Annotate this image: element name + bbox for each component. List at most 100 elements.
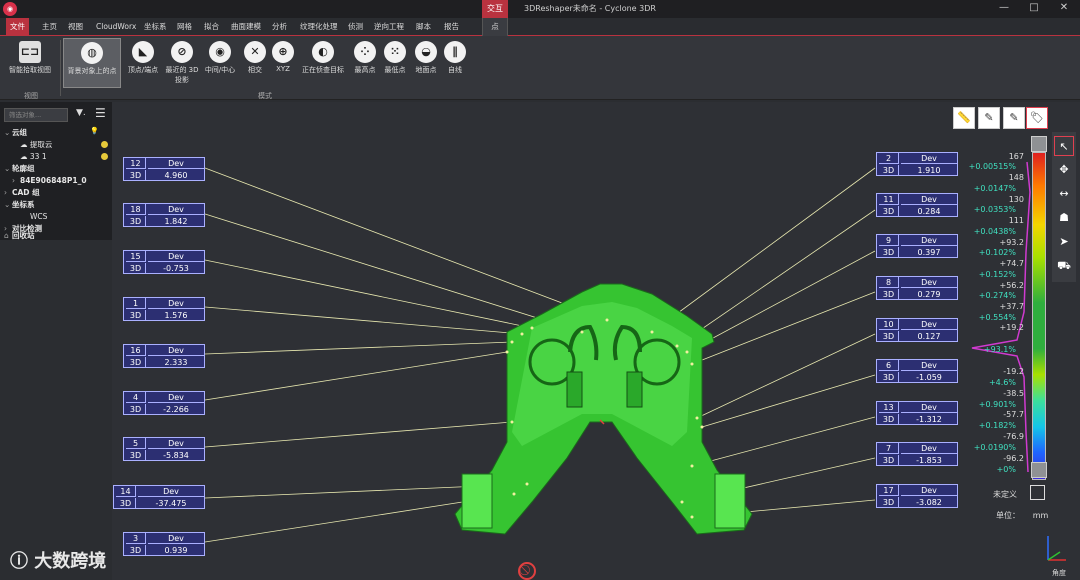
side-toolbar: ↖ ✥ ↔ ☗ ➤ ⛟ [1052, 132, 1076, 282]
scale-tick: 167 [1008, 152, 1024, 161]
menu-analysis[interactable]: 分析 [268, 18, 291, 36]
scale-top-handle[interactable] [1031, 136, 1047, 152]
dev-label-4[interactable]: 4 Dev 3D -2.266 [123, 391, 205, 415]
dev-label-2[interactable]: 2 Dev 3D 1.910 [876, 152, 958, 176]
tree-node-wcs[interactable]: WCS [30, 211, 47, 222]
ruler-icon[interactable]: 📏 [953, 107, 975, 129]
dev-label-8[interactable]: 8 Dev 3D 0.279 [876, 276, 958, 300]
tree-node-contour-item[interactable]: › 84E906848P1_0 [12, 175, 87, 186]
no-entry-icon[interactable]: ⃠ [518, 562, 536, 580]
undefined-label: 未定义 [993, 490, 1017, 499]
smart-pick-view-icon: ⊏⊐ [19, 41, 41, 63]
ribbon-label: 自线 [448, 66, 462, 74]
move-icon[interactable]: ✥ [1054, 160, 1074, 180]
3d-viewport[interactable]: 12 Dev 3D 4.960 18 Dev 3D 1.842 15 Dev 3D -0.753 … [112, 102, 1080, 580]
tree-node-cloud-group[interactable]: ⌄ 云组 [4, 127, 27, 138]
collapse-icon: ⌄ [4, 128, 11, 137]
pick-tool-icon[interactable]: ✎ [978, 107, 1000, 129]
hamburger-menu-icon[interactable]: ☰ [95, 106, 106, 120]
ribbon-vertex[interactable]: ◣ 顶点/端点 [124, 38, 162, 88]
dev-label-18[interactable]: 18 Dev 3D 1.842 [123, 203, 205, 227]
dev-label-16[interactable]: 16 Dev 3D 2.333 [123, 344, 205, 368]
ribbon-label: 正在侦查目标 [302, 66, 344, 74]
dev-label-13[interactable]: 13 Dev 3D -1.312 [876, 401, 958, 425]
ribbon-ground-point[interactable]: ◒ 地面点 [411, 38, 441, 88]
scale-percent: +0.274% [978, 291, 1016, 300]
menu-report[interactable]: 报告 [440, 18, 463, 36]
tree-search-input[interactable]: 筛选对象... [4, 108, 68, 122]
menu-coordinate[interactable]: 坐标系 [140, 18, 171, 36]
tag-icon[interactable]: 🏷 [1026, 107, 1048, 129]
ribbon-point-on-object[interactable]: ◍ 背景对象上的点 [63, 38, 121, 88]
dev-label-7[interactable]: 7 Dev 3D -1.853 [876, 442, 958, 466]
menu-texture[interactable]: 纹理化处理 [296, 18, 342, 36]
center-icon: ◉ [209, 41, 231, 63]
ribbon-center[interactable]: ◉ 中间/中心 [202, 38, 238, 88]
pick-tool-2-icon[interactable]: ✎ [1003, 107, 1025, 129]
car-icon[interactable]: ⛟ [1054, 256, 1074, 276]
menu-reverse[interactable]: 逆向工程 [370, 18, 408, 36]
menu-view[interactable]: 视图 [64, 18, 87, 36]
dev-label-1[interactable]: 1 Dev 3D 1.576 [123, 297, 205, 321]
expand-icon: › [12, 176, 15, 185]
menu-point[interactable]: 点 [482, 18, 508, 36]
menu-fit[interactable]: 拟合 [200, 18, 223, 36]
tree-node-extracted-cloud[interactable]: ☁ 提取云 [20, 139, 52, 150]
dev-label-5[interactable]: 5 Dev 3D -5.834 [123, 437, 205, 461]
expand-icon: › [4, 188, 7, 197]
menu-script[interactable]: 脚本 [412, 18, 435, 36]
person-icon[interactable]: ☗ [1054, 208, 1074, 228]
scale-tick: +56.2 [999, 281, 1024, 290]
ribbon-line[interactable]: ∥ 自线 [441, 38, 469, 88]
dev-label-9[interactable]: 9 Dev 3D 0.397 [876, 234, 958, 258]
distance-icon[interactable]: ↔ [1054, 184, 1074, 204]
tree-node-contour-group[interactable]: ⌄ 轮廓组 [4, 163, 35, 174]
undefined-checkbox[interactable] [1030, 485, 1045, 500]
ribbon-xyz[interactable]: ⊕ XYZ [272, 38, 294, 88]
trash-icon: ⌂ [4, 231, 9, 240]
dev-label-10[interactable]: 10 Dev 3D 0.127 [876, 318, 958, 342]
scale-tick: +19.2 [999, 323, 1024, 332]
ribbon-label: 最近的 3D 投影 [165, 66, 199, 84]
dev-label-11[interactable]: 11 Dev 3D 0.284 [876, 193, 958, 217]
ribbon-highest-point[interactable]: ⁘ 最高点 [350, 38, 380, 88]
tree-node-cloud-33[interactable]: ☁ 33 1 [20, 151, 47, 162]
dev-label-17[interactable]: 17 Dev 3D -3.082 [876, 484, 958, 508]
menu-home[interactable]: 主页 [38, 18, 61, 36]
ribbon-intersection[interactable]: ✕ 相交 [238, 38, 272, 88]
ribbon-label: 地面点 [415, 66, 437, 74]
close-button[interactable]: ✕ [1050, 0, 1078, 18]
dev-label-15[interactable]: 15 Dev 3D -0.753 [123, 250, 205, 274]
dev-label-6[interactable]: 6 Dev 3D -1.059 [876, 359, 958, 383]
color-icon[interactable] [101, 153, 108, 160]
tree-node-coordinate-group[interactable]: ⌄ 坐标系 [4, 199, 35, 210]
color-icon[interactable] [101, 141, 108, 148]
scale-percent: +0.901% [978, 400, 1016, 409]
ribbon-smart-pick-view[interactable]: ⊏⊐ 智能拾取视图 [4, 38, 56, 88]
window-title: 3DReshaper未命名 - Cyclone 3DR [524, 4, 656, 13]
axis-triad-icon [1047, 536, 1066, 561]
dev-label-12[interactable]: 12 Dev 3D 4.960 [123, 157, 205, 181]
visibility-icon[interactable]: 💡 [90, 127, 99, 135]
maximize-button[interactable]: □ [1020, 0, 1048, 18]
dev-label-14[interactable]: 14 Dev 3D -37.475 [113, 485, 205, 509]
menu-surface[interactable]: 曲面建模 [227, 18, 265, 36]
scale-bottom-handle[interactable] [1031, 462, 1047, 478]
select-cursor-icon[interactable]: ↖ [1054, 136, 1074, 156]
app-logo-icon[interactable]: ◉ [3, 2, 17, 16]
menu-mesh[interactable]: 网格 [173, 18, 196, 36]
tree-node-cad-group[interactable]: › CAD 组 [4, 187, 40, 198]
collapse-icon: ⌄ [4, 164, 11, 173]
filter-icon[interactable]: ▼. [76, 108, 86, 118]
minimize-button[interactable]: — [990, 0, 1018, 18]
ribbon-lowest-point[interactable]: ⁙ 最低点 [380, 38, 410, 88]
ribbon-nearest-projection[interactable]: ⊘ 最近的 3D 投影 [162, 38, 202, 88]
menu-file[interactable]: 文件 [6, 18, 29, 36]
point-on-object-icon: ◍ [81, 42, 103, 64]
dev-label-3[interactable]: 3 Dev 3D 0.939 [123, 532, 205, 556]
tree-node-recycle-bin[interactable]: ⌂ 回收站 [4, 230, 35, 241]
menu-detect[interactable]: 侦测 [344, 18, 367, 36]
menu-cloudworx[interactable]: CloudWorx [92, 18, 140, 36]
ribbon-target[interactable]: ◐ 正在侦查目标 [298, 38, 348, 88]
send-icon[interactable]: ➤ [1054, 232, 1074, 252]
